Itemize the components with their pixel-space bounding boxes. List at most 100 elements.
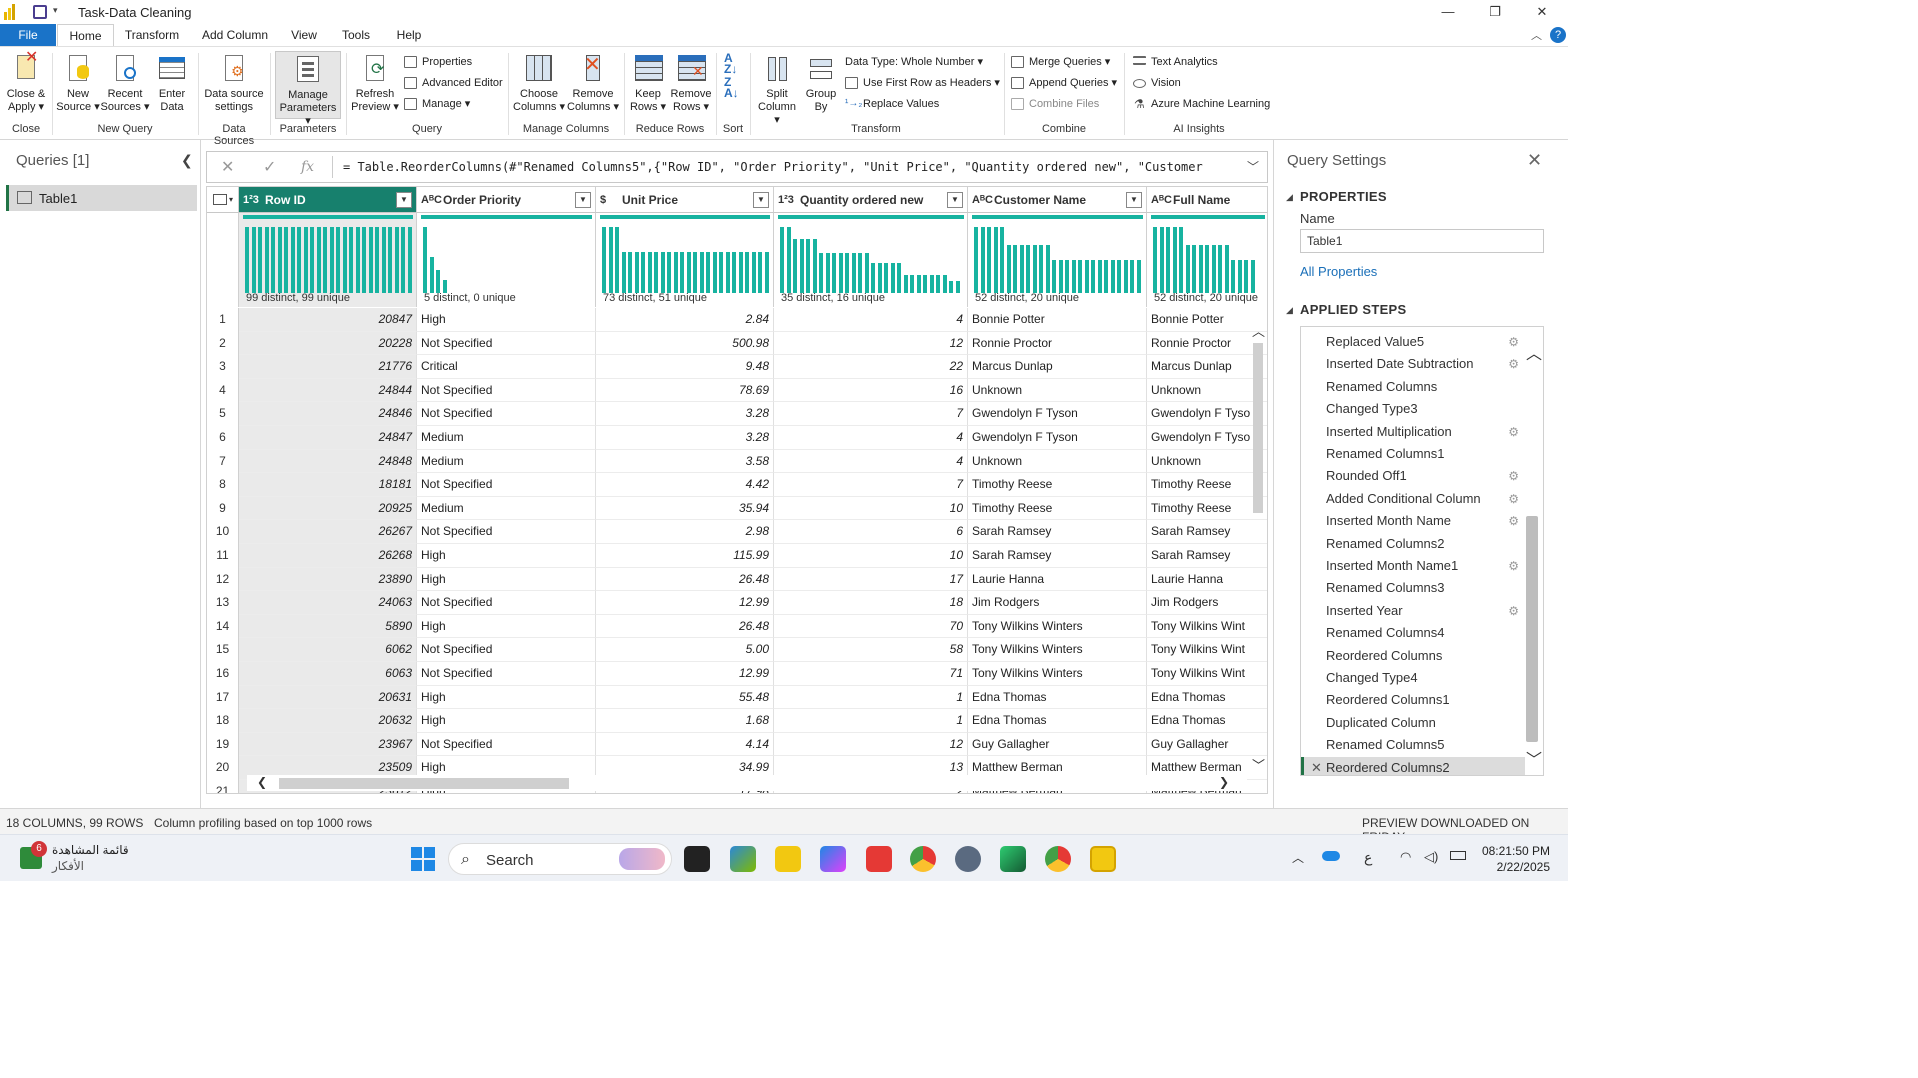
table-cell[interactable]: Not Specified bbox=[417, 520, 596, 544]
table-cell[interactable]: 12 bbox=[774, 331, 968, 356]
table-cell[interactable]: 12.99 bbox=[596, 662, 774, 686]
table-cell[interactable]: 1 bbox=[774, 685, 968, 710]
table-cell[interactable]: 20632 bbox=[239, 709, 417, 733]
table-cell[interactable]: 26.48 bbox=[596, 614, 774, 639]
scroll-right-icon[interactable]: ❯ bbox=[1219, 775, 1229, 789]
split-column-button[interactable]: Split Column ▾ bbox=[754, 51, 800, 127]
column-profile[interactable]: 35 distinct, 16 unique bbox=[774, 213, 968, 307]
data-type-dropdown[interactable]: Data Type: Whole Number ▾ bbox=[845, 53, 983, 71]
row-number[interactable]: 17 bbox=[207, 685, 239, 710]
delete-step-icon[interactable]: ✕ bbox=[1311, 757, 1322, 775]
scroll-up-icon[interactable]: ︿ bbox=[1252, 321, 1265, 340]
applied-step[interactable]: Renamed Columns5 bbox=[1301, 734, 1525, 756]
applied-step[interactable]: Replaced Value5 ⚙ bbox=[1301, 331, 1525, 353]
table-cell[interactable]: 1.68 bbox=[596, 709, 774, 733]
table-cell[interactable]: High bbox=[417, 685, 596, 710]
applied-step[interactable]: Inserted Multiplication ⚙ bbox=[1301, 421, 1525, 443]
group-by-button[interactable]: Group By bbox=[800, 51, 842, 114]
table-cell[interactable]: 5890 bbox=[239, 614, 417, 639]
row-number[interactable]: 16 bbox=[207, 662, 239, 686]
column-type-icon[interactable]: 1²3 bbox=[243, 187, 259, 213]
table-cell[interactable]: 4 bbox=[774, 449, 968, 474]
table-cell[interactable]: 12.99 bbox=[596, 591, 774, 615]
table-cell[interactable]: 22 bbox=[774, 355, 968, 379]
tab-help[interactable]: Help bbox=[390, 24, 428, 46]
applied-step[interactable]: Duplicated Column bbox=[1301, 712, 1525, 734]
row-number[interactable]: 3 bbox=[207, 355, 239, 379]
remove-rows-button[interactable]: ✕ Remove Rows ▾ bbox=[670, 51, 712, 114]
step-settings-gear-icon[interactable]: ⚙ bbox=[1508, 421, 1519, 443]
column-filter-dropdown-icon[interactable]: ▼ bbox=[753, 192, 769, 208]
close-window-button[interactable]: ✕ bbox=[1519, 2, 1565, 22]
row-number[interactable]: 12 bbox=[207, 567, 239, 592]
step-settings-gear-icon[interactable]: ⚙ bbox=[1508, 510, 1519, 532]
table-cell[interactable]: 26267 bbox=[239, 520, 417, 544]
row-number[interactable]: 19 bbox=[207, 732, 239, 757]
table-cell[interactable]: 24063 bbox=[239, 591, 417, 615]
table-cell[interactable]: 24848 bbox=[239, 449, 417, 474]
table-cell[interactable]: Not Specified bbox=[417, 331, 596, 356]
keep-rows-button[interactable]: Keep Rows ▾ bbox=[628, 51, 668, 114]
battery-icon[interactable] bbox=[1450, 851, 1466, 860]
table-cell[interactable]: 4.14 bbox=[596, 732, 774, 757]
tab-view[interactable]: View bbox=[286, 24, 322, 46]
applied-step[interactable]: Renamed Columns1 bbox=[1301, 443, 1525, 465]
column-header-quantity-ordered-new[interactable]: 1²3 Quantity ordered new ▼ bbox=[774, 187, 968, 213]
function-icon[interactable]: fx bbox=[301, 159, 314, 175]
manage-parameters-button[interactable]: Manage Parameters ▾ bbox=[275, 51, 341, 127]
table-cell[interactable]: High bbox=[417, 709, 596, 733]
table-cell[interactable]: 10 bbox=[774, 496, 968, 521]
table-cell[interactable]: 1 bbox=[774, 709, 968, 733]
formula-input[interactable]: = Table.ReorderColumns(#"Renamed Columns… bbox=[343, 160, 1233, 174]
quick-access-dropdown-icon[interactable]: ▾ bbox=[53, 5, 58, 16]
sort-ascending-icon[interactable]: A Z↓ bbox=[724, 52, 737, 75]
table-cell[interactable]: Not Specified bbox=[417, 638, 596, 662]
table-cell[interactable]: Sarah Ramsey bbox=[968, 544, 1147, 568]
table-cell[interactable]: 20228 bbox=[239, 331, 417, 356]
language-indicator[interactable]: ع bbox=[1364, 849, 1372, 866]
table-cell[interactable]: 26.48 bbox=[596, 567, 774, 592]
table-cell[interactable]: Sarah Ramsey bbox=[968, 520, 1147, 544]
table-cell[interactable]: Not Specified bbox=[417, 378, 596, 403]
help-icon[interactable]: ? bbox=[1550, 27, 1566, 43]
windows-start-icon[interactable] bbox=[411, 847, 435, 871]
column-header-full-name[interactable]: AᴮC Full Name bbox=[1147, 187, 1267, 213]
show-hidden-icons-icon[interactable]: ︿ bbox=[1292, 849, 1304, 866]
table-cell[interactable]: 18 bbox=[774, 591, 968, 615]
tab-tools[interactable]: Tools bbox=[336, 24, 376, 46]
step-settings-gear-icon[interactable]: ⚙ bbox=[1508, 488, 1519, 510]
steps-scroll-down-icon[interactable]: ﹀ bbox=[1526, 746, 1542, 770]
applied-step[interactable]: Inserted Month Name1 ⚙ bbox=[1301, 555, 1525, 577]
table-cell[interactable]: High bbox=[417, 544, 596, 568]
row-number[interactable]: 8 bbox=[207, 473, 239, 497]
table-cell[interactable]: 24844 bbox=[239, 378, 417, 403]
table-cell[interactable]: Not Specified bbox=[417, 591, 596, 615]
youtube-icon[interactable] bbox=[866, 846, 892, 872]
clock[interactable]: 08:21:50 PM 2/22/2025 bbox=[1476, 843, 1550, 875]
table-cell[interactable]: 115.99 bbox=[596, 544, 774, 568]
chrome-profile-icon[interactable] bbox=[1045, 846, 1071, 872]
scrollbar-thumb[interactable] bbox=[1253, 343, 1263, 513]
settings-gear-icon[interactable] bbox=[955, 846, 981, 872]
tab-home[interactable]: Home bbox=[57, 24, 114, 46]
applied-step[interactable]: Added Conditional Column ⚙ bbox=[1301, 488, 1525, 510]
scroll-down-icon[interactable]: ﹀ bbox=[1252, 755, 1265, 774]
table-cell[interactable]: 5.00 bbox=[596, 638, 774, 662]
step-settings-gear-icon[interactable]: ⚙ bbox=[1508, 331, 1519, 353]
tab-file[interactable]: File bbox=[0, 24, 56, 46]
all-properties-link[interactable]: All Properties bbox=[1300, 264, 1377, 279]
table-cell[interactable]: 55.48 bbox=[596, 685, 774, 710]
table-cell[interactable]: 6062 bbox=[239, 638, 417, 662]
applied-step[interactable]: Inserted Month Name ⚙ bbox=[1301, 510, 1525, 532]
column-type-icon[interactable]: AᴮC bbox=[1151, 187, 1172, 213]
row-number[interactable]: 5 bbox=[207, 402, 239, 426]
enter-data-button[interactable]: Enter Data bbox=[150, 51, 194, 114]
chrome-icon[interactable] bbox=[910, 846, 936, 872]
table-cell[interactable]: 6 bbox=[774, 520, 968, 544]
table-cell[interactable]: 6063 bbox=[239, 662, 417, 686]
steps-scrollbar-thumb[interactable] bbox=[1526, 516, 1538, 742]
refresh-preview-button[interactable]: ⟳ Refresh Preview ▾ bbox=[350, 51, 400, 114]
row-number[interactable]: 2 bbox=[207, 331, 239, 356]
table-cell[interactable]: Medium bbox=[417, 426, 596, 450]
table-cell[interactable]: Laurie Hanna bbox=[968, 567, 1147, 592]
